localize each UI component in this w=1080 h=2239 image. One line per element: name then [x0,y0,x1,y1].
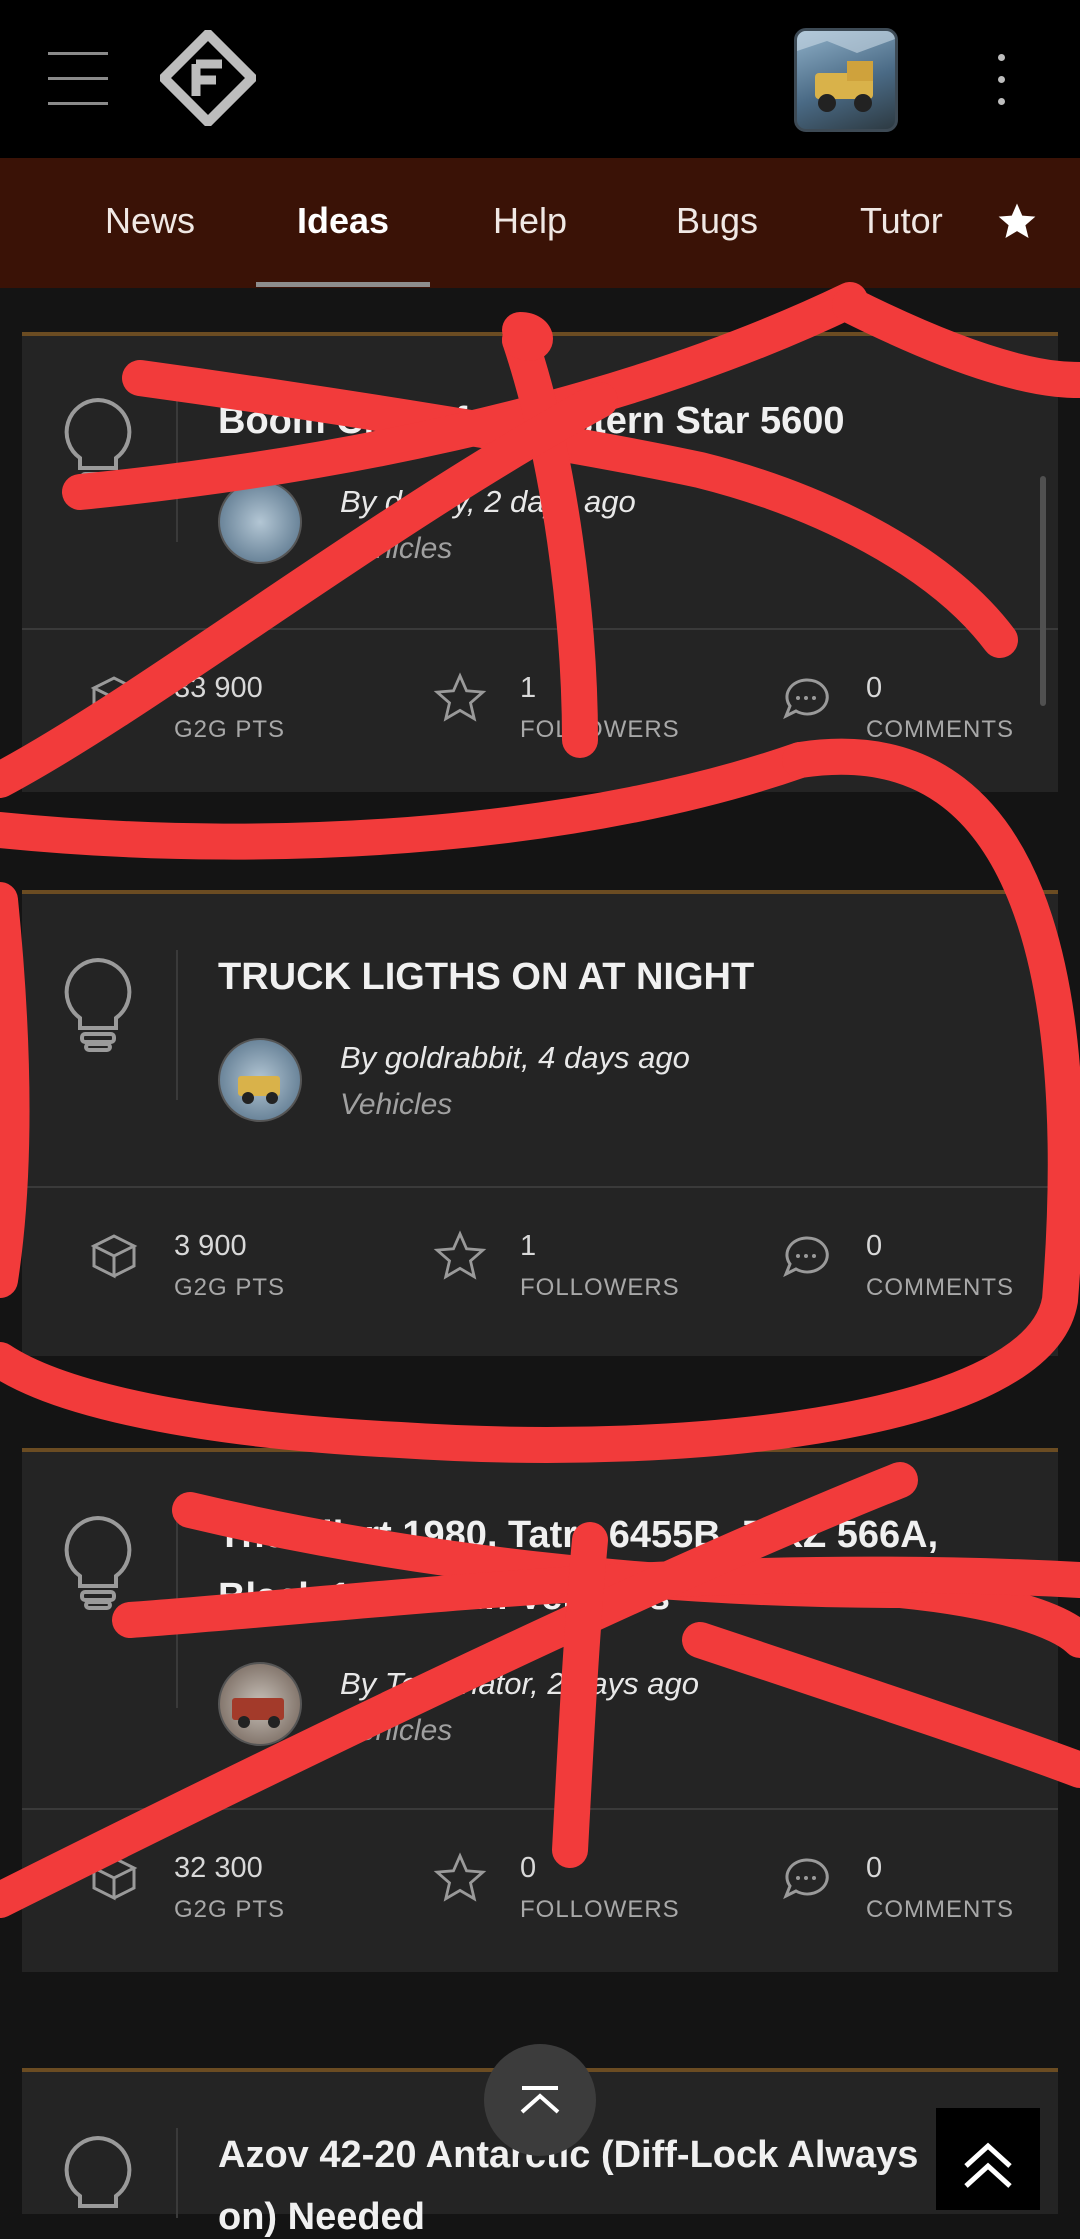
tab-tutorials[interactable]: Tutor [860,200,943,242]
comments-value: 0 [866,1230,883,1262]
card-divider [22,628,1058,630]
followers-value: 1 [520,672,537,704]
scrollbar[interactable] [1040,476,1046,706]
points-icon [86,1850,142,1906]
star-icon[interactable] [432,1228,488,1284]
followers-value: 1 [520,1230,537,1262]
idea-category[interactable]: Vehicles [340,1714,452,1748]
tab-help[interactable]: Help [493,200,567,242]
points-icon [86,670,142,726]
card-separator [176,950,178,1100]
comments-value: 0 [866,1852,883,1884]
points-value: 3 900 [174,1230,247,1262]
idea-category[interactable]: Vehicles [340,1088,452,1122]
points-label: G2G PTS [174,716,286,743]
lightbulb-icon [62,956,134,1056]
scroll-to-top-button[interactable] [484,2044,596,2156]
card-divider [22,1186,1058,1188]
idea-card[interactable]: TRUCK LIGTHS ON AT NIGHT By goldrabbit, … [22,890,1058,1356]
comment-icon[interactable] [778,670,834,726]
card-separator [176,1508,178,1708]
followers-value: 0 [520,1852,537,1884]
idea-title[interactable]: TRUCK LIGTHS ON AT NIGHT [218,956,1018,999]
idea-byline: By Terminator, 2 days ago [340,1666,699,1701]
idea-category[interactable]: Vehicles [340,532,452,566]
idea-title-line2[interactable]: on) Needed [218,2196,1018,2239]
category-tabs: News Ideas Help Bugs Tutor [0,158,1080,288]
comments-label: COMMENTS [866,1896,1014,1923]
points-label: G2G PTS [174,1274,286,1301]
followers-label: FOLLOWERS [520,716,680,743]
idea-title-line1[interactable]: The Allert 1980, Tatra 6455B, ZiKZ 566A, [218,1514,1038,1557]
card-divider [22,1808,1058,1810]
comment-icon[interactable] [778,1850,834,1906]
idea-card[interactable]: Boom Crane for Western Star 5600 By dmit… [22,332,1058,792]
comments-label: COMMENTS [866,716,1014,743]
idea-byline: By goldrabbit, 4 days ago [340,1040,690,1075]
comments-value: 0 [866,672,883,704]
lightbulb-icon [62,2134,134,2234]
favorites-star-icon[interactable] [996,200,1038,242]
comment-icon[interactable] [778,1228,834,1284]
points-icon [86,1228,142,1284]
top-bar [0,0,1080,158]
lightbulb-icon [62,396,134,496]
more-options-icon[interactable] [994,50,1008,110]
idea-title-line1[interactable]: Azov 42-20 Antarctic (Diff-Lock Always [218,2134,1018,2177]
idea-card[interactable]: The Allert 1980, Tatra 6455B, ZiKZ 566A,… [22,1448,1058,1972]
active-tab-indicator [256,282,430,287]
star-icon[interactable] [432,670,488,726]
scribble-stroke [0,882,30,1298]
author-avatar[interactable] [218,1038,302,1122]
comments-label: COMMENTS [866,1274,1014,1301]
author-avatar[interactable] [218,480,302,564]
lightbulb-icon [62,1514,134,1614]
card-separator [176,392,178,542]
tab-news[interactable]: News [105,200,195,242]
user-avatar[interactable] [794,28,898,132]
idea-title[interactable]: Boom Crane for Western Star 5600 [218,400,918,443]
card-separator [176,2128,178,2218]
points-value: 33 900 [174,672,263,704]
star-icon[interactable] [432,1850,488,1906]
menu-icon[interactable] [48,52,108,106]
points-label: G2G PTS [174,1896,286,1923]
followers-label: FOLLOWERS [520,1274,680,1301]
idea-title-line2[interactable]: Black 1 9C 10 in Vehicles [218,1576,1038,1619]
tab-bugs[interactable]: Bugs [676,200,758,242]
app-logo-icon[interactable] [156,26,260,130]
jump-to-top-button[interactable] [936,2108,1040,2210]
points-value: 32 300 [174,1852,263,1884]
followers-label: FOLLOWERS [520,1896,680,1923]
author-avatar[interactable] [218,1662,302,1746]
tab-ideas[interactable]: Ideas [297,200,389,242]
idea-byline: By dmitry, 2 days ago [340,484,636,519]
